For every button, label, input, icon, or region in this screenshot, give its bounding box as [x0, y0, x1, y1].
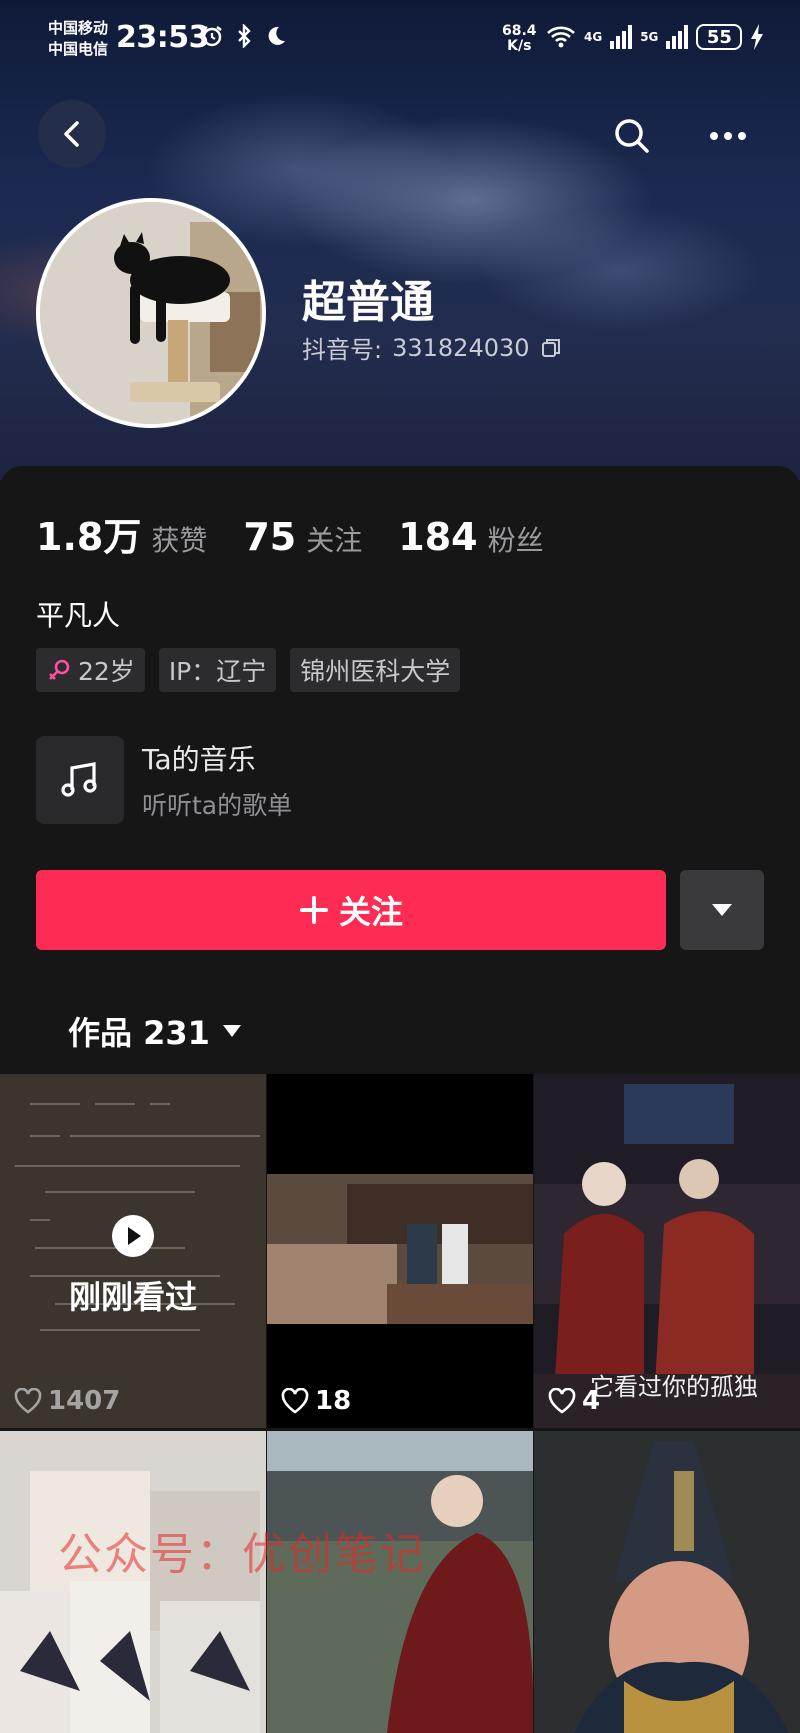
- search-icon: [615, 119, 649, 153]
- more-options-button[interactable]: [702, 112, 754, 160]
- work-thumbnail: [267, 1074, 533, 1428]
- play-icon: [112, 1215, 154, 1257]
- plus-icon: [299, 896, 328, 924]
- network-type-1: 4G: [584, 30, 603, 44]
- wifi-icon: [547, 26, 575, 48]
- work-item[interactable]: 18: [267, 1074, 533, 1428]
- ip-tag: IP：辽宁: [158, 648, 277, 692]
- work-item[interactable]: [267, 1431, 533, 1733]
- heart-icon: [548, 1388, 576, 1414]
- charging-icon: [751, 24, 764, 50]
- heart-icon: [14, 1388, 42, 1414]
- clock: 23:53: [116, 20, 210, 55]
- music-subtitle: 听听ta的歌单: [142, 791, 293, 820]
- recommend-dropdown-button[interactable]: [680, 870, 764, 950]
- carrier-labels: 中国移动 中国电信: [48, 18, 108, 60]
- follow-button[interactable]: 关注: [36, 870, 666, 950]
- like-count: 1407: [14, 1386, 120, 1416]
- stat-likes: 1.8万 获赞: [36, 515, 208, 559]
- work-thumbnail: [0, 1431, 266, 1733]
- bio: 平凡人: [36, 599, 121, 632]
- status-bar: 中国移动 中国电信 23:53 68.4 K/s 4G 5G 55: [0, 0, 800, 82]
- heart-icon: [281, 1388, 309, 1414]
- age-tag: 22岁: [36, 648, 145, 692]
- music-title: Ta的音乐: [142, 743, 256, 776]
- work-thumbnail: [267, 1431, 533, 1733]
- school-tag[interactable]: 锦州医科大学: [290, 648, 461, 692]
- copy-icon[interactable]: [540, 337, 562, 359]
- signal-icon-2: [666, 25, 689, 49]
- video-overlay-text: 它看过你的孤独: [590, 1373, 758, 1401]
- work-item[interactable]: [0, 1431, 266, 1733]
- douyin-id-label: 抖音号:: [302, 336, 383, 364]
- like-count: 18: [281, 1386, 351, 1416]
- net-speed: 68.4 K/s: [502, 23, 537, 54]
- music-icon-box: [36, 736, 124, 824]
- female-gender-icon: [49, 659, 70, 680]
- work-item[interactable]: 刚刚看过 1407: [0, 1074, 266, 1428]
- battery-indicator: 55: [696, 24, 743, 50]
- work-item[interactable]: 它看过你的孤独 4: [534, 1074, 800, 1428]
- carrier-2: 中国电信: [48, 40, 109, 58]
- alarm-icon: [202, 26, 222, 47]
- nickname: 超普通: [302, 277, 434, 328]
- work-item[interactable]: [534, 1431, 800, 1733]
- avatar[interactable]: [36, 198, 266, 428]
- more-icon: [710, 132, 746, 140]
- back-button[interactable]: [38, 100, 106, 168]
- search-button[interactable]: [608, 112, 656, 160]
- profile-tags: 22岁 IP：辽宁 锦州医科大学: [36, 648, 461, 692]
- triangle-down-icon: [712, 904, 732, 916]
- tab-works[interactable]: 作品 231: [68, 1008, 242, 1054]
- profile-stats: 1.8万 获赞 75 关注 184 粉丝: [36, 506, 544, 561]
- bluetooth-icon: [238, 24, 251, 48]
- works-grid: 刚刚看过 1407 18 它看过你的孤独 4: [0, 1074, 800, 1733]
- music-note-icon: [61, 762, 97, 797]
- watermark: 公众号：优创笔记: [58, 1529, 426, 1580]
- avatar-image: [40, 202, 262, 424]
- like-count: 4: [548, 1386, 600, 1416]
- stat-following[interactable]: 75 关注: [243, 515, 362, 559]
- just-watched-badge: 刚刚看过: [0, 1214, 266, 1318]
- back-icon: [64, 121, 79, 147]
- stat-followers[interactable]: 184 粉丝: [398, 515, 543, 559]
- carrier-1: 中国移动: [48, 19, 109, 37]
- moon-icon: [268, 26, 285, 45]
- network-type-2: 5G: [640, 30, 659, 44]
- triangle-down-icon: [222, 1025, 241, 1037]
- follow-label: 关注: [338, 893, 403, 931]
- signal-icon: [610, 25, 633, 49]
- work-thumbnail: [534, 1431, 800, 1733]
- douyin-id: 抖音号: 331824030: [302, 330, 562, 365]
- music-entry[interactable]: Ta的音乐 听听ta的歌单: [36, 736, 292, 824]
- douyin-id-value: 331824030: [392, 333, 530, 362]
